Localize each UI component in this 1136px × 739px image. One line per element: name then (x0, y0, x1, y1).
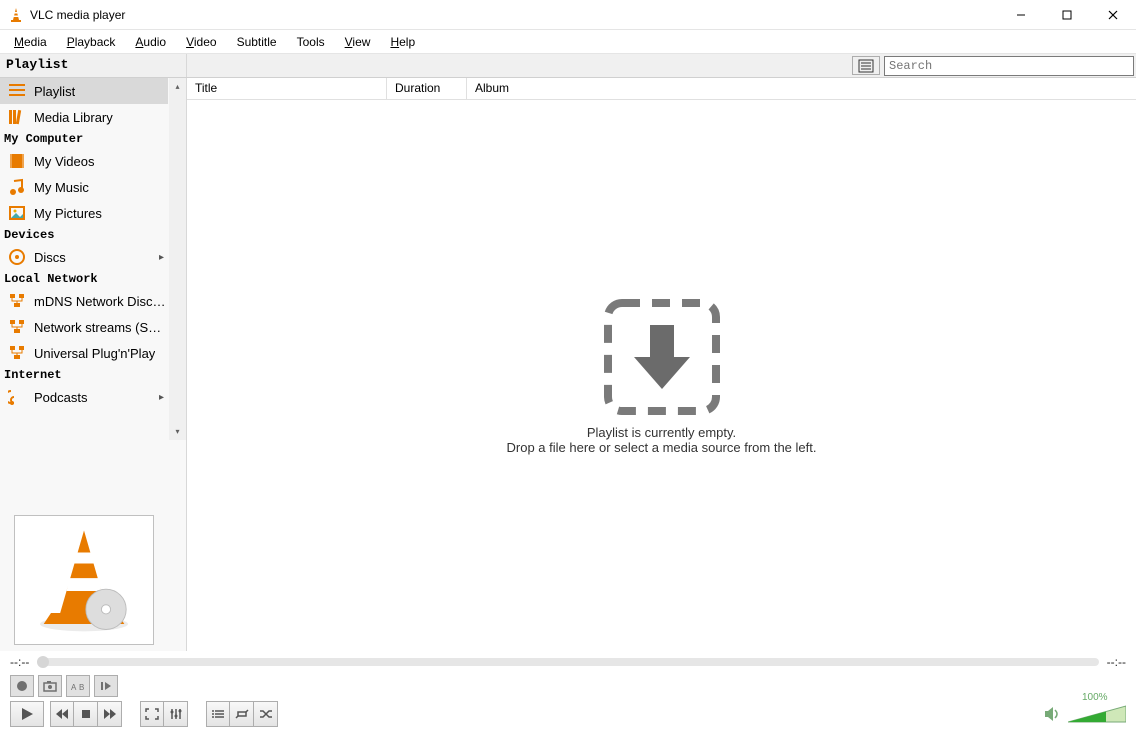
menu-help[interactable]: Help (380, 32, 425, 52)
previous-button[interactable] (50, 701, 74, 727)
playlist-search-input[interactable] (884, 56, 1134, 76)
title-bar: VLC media player (0, 0, 1136, 30)
sidebar-item-my-videos[interactable]: My Videos (0, 148, 168, 174)
sidebar-item-label: Podcasts (34, 390, 87, 405)
sidebar-item-label: Discs (34, 250, 66, 265)
scroll-up-icon[interactable]: ▴ (169, 78, 186, 95)
sidebar-item-playlist[interactable]: Playlist (0, 78, 168, 104)
library-icon (8, 108, 26, 126)
minimize-button[interactable] (998, 0, 1044, 30)
sidebar-item-my-pictures[interactable]: My Pictures (0, 200, 168, 226)
sidebar-section-my-computer: My Computer (0, 130, 186, 148)
sidebar-item-my-music[interactable]: My Music (0, 174, 168, 200)
sidebar-item-label: My Music (34, 180, 89, 195)
shuffle-button[interactable] (254, 701, 278, 727)
menu-subtitle[interactable]: Subtitle (227, 32, 287, 52)
volume-label: 100% (1082, 692, 1108, 703)
column-headers: Title Duration Album (187, 78, 1136, 100)
chevron-right-icon[interactable]: ▸ (159, 392, 164, 403)
network-icon (8, 292, 26, 310)
sidebar-item-upnp[interactable]: Universal Plug'n'Play (0, 340, 168, 366)
loop-button[interactable] (230, 701, 254, 727)
atob-loop-button[interactable]: AB (66, 675, 90, 697)
svg-text:B: B (79, 683, 84, 692)
column-duration[interactable]: Duration (387, 78, 467, 99)
elapsed-time[interactable]: --:-- (10, 655, 29, 669)
toggle-playlist-button[interactable] (206, 701, 230, 727)
album-art-placeholder (14, 515, 154, 645)
maximize-button[interactable] (1044, 0, 1090, 30)
sidebar-item-label: Universal Plug'n'Play (34, 346, 155, 361)
menu-playback[interactable]: Playback (57, 32, 126, 52)
record-button[interactable] (10, 675, 34, 697)
sidebar-item-media-library[interactable]: Media Library (0, 104, 168, 130)
playback-toolbar: 100% (0, 699, 1136, 733)
speaker-icon[interactable] (1044, 706, 1062, 722)
chevron-right-icon[interactable]: ▸ (159, 252, 164, 263)
svg-text:A: A (71, 683, 77, 692)
volume-control: 100% (1044, 704, 1126, 724)
disc-icon (8, 248, 26, 266)
sidebar-item-discs[interactable]: Discs ▸ (0, 244, 168, 270)
menu-audio[interactable]: Audio (125, 32, 176, 52)
sidebar-item-label: My Videos (34, 154, 94, 169)
play-button[interactable] (10, 701, 44, 727)
sidebar-item-sap[interactable]: Network streams (SAP) (0, 314, 168, 340)
column-album[interactable]: Album (467, 78, 1136, 99)
sidebar-section-internet: Internet (0, 366, 186, 384)
playlist-header: Playlist (0, 54, 1136, 78)
playlist-icon (8, 82, 26, 100)
film-icon (8, 152, 26, 170)
window-title: VLC media player (30, 8, 125, 22)
next-button[interactable] (98, 701, 122, 727)
seek-slider[interactable] (37, 658, 1098, 666)
scroll-down-icon[interactable]: ▾ (169, 423, 186, 440)
sidebar-item-label: Network streams (SAP) (34, 320, 168, 335)
network-icon (8, 344, 26, 362)
sidebar-item-label: mDNS Network Disco... (34, 294, 168, 309)
empty-line1: Playlist is currently empty. (587, 425, 736, 440)
frame-step-button[interactable] (94, 675, 118, 697)
empty-playlist-dropzone[interactable]: Playlist is currently empty. Drop a file… (187, 100, 1136, 651)
seek-bar-row: --:-- --:-- (0, 651, 1136, 673)
network-icon (8, 318, 26, 336)
snapshot-button[interactable] (38, 675, 62, 697)
sidebar-scrollbar[interactable]: ▴ ▾ (169, 78, 186, 440)
podcast-icon (8, 388, 26, 406)
sidebar-section-devices: Devices (0, 226, 186, 244)
vlc-cone-icon (8, 7, 24, 23)
close-button[interactable] (1090, 0, 1136, 30)
volume-slider[interactable]: 100% (1068, 704, 1126, 724)
menu-video[interactable]: Video (176, 32, 226, 52)
menu-view[interactable]: View (335, 32, 381, 52)
sidebar-item-mdns[interactable]: mDNS Network Disco... (0, 288, 168, 314)
playlist-content: Title Duration Album Playlist is current… (187, 78, 1136, 651)
sidebar-item-label: Media Library (34, 110, 113, 125)
sidebar-item-label: My Pictures (34, 206, 102, 221)
drop-arrow-icon (602, 297, 722, 417)
menu-tools[interactable]: Tools (287, 32, 335, 52)
sidebar-item-podcasts[interactable]: Podcasts ▸ (0, 384, 168, 410)
column-title[interactable]: Title (187, 78, 387, 99)
source-sidebar: Playlist Media Library My Computer My Vi… (0, 78, 187, 651)
extended-settings-button[interactable] (164, 701, 188, 727)
menu-media[interactable]: Media (4, 32, 57, 52)
sidebar-section-local-network: Local Network (0, 270, 186, 288)
menu-bar: Media Playback Audio Video Subtitle Tool… (0, 30, 1136, 54)
fullscreen-button[interactable] (140, 701, 164, 727)
music-note-icon (8, 178, 26, 196)
remaining-time[interactable]: --:-- (1107, 655, 1126, 669)
secondary-toolbar: AB (0, 673, 1136, 699)
sidebar-item-label: Playlist (34, 84, 75, 99)
picture-icon (8, 204, 26, 222)
playlist-heading: Playlist (0, 54, 187, 77)
empty-line2: Drop a file here or select a media sourc… (507, 440, 817, 455)
toggle-playlist-view-button[interactable] (852, 56, 880, 75)
stop-button[interactable] (74, 701, 98, 727)
